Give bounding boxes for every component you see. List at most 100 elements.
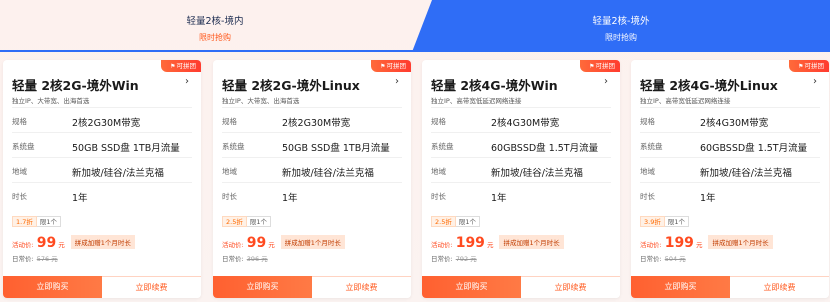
daily-price-label: 日常价: [12,255,34,263]
daily-price-label: 日常价: [222,255,244,263]
card-title[interactable]: 轻量 2核2G-境外Win [12,75,139,94]
duration-row: 时长 1年 [431,182,611,207]
region-tabs: 轻量2核-境内 限时抢购 轻量2核-境外 限时抢购 [0,0,830,52]
duration-value: 1年 [700,193,716,204]
group-icon: ⚑ [589,63,595,70]
daily-price-label: 日常价: [640,255,662,263]
region-value: 新加坡/硅谷/法兰克福 [72,168,164,179]
disk-value: 50GB SSD盘 1TB月流量 [72,143,180,154]
tag-group: 1.7折 限1个 [12,216,61,227]
activity-price: 199 [455,235,485,251]
tab-domestic-subtitle: 限时抢购 [199,33,231,42]
badge-label: 可拼团 [804,62,825,70]
renew-button[interactable]: 立即续费 [730,276,829,298]
button-bar: 立即购买 立即续费 [422,276,620,298]
original-price: 576 元 [36,255,58,263]
spec-table: 规格 2核4G30M带宽 系统盘 60GBSSD盘 1.5T月流量 地域 新加坡/硅谷… [640,107,820,207]
group-icon: ⚑ [798,63,804,70]
disk-row: 系统盘 60GBSSD盘 1.5T月流量 [431,132,611,157]
region-label: 地域 [431,167,446,176]
price-unit: 元 [268,241,275,249]
limit-tag: 限1个 [664,216,689,227]
spec-value: 2核2G30M带宽 [282,118,351,129]
badge-label: 可拼团 [595,62,616,70]
disk-value: 60GBSSD盘 1.5T月流量 [491,143,599,154]
original-price: 396 元 [246,255,268,263]
buy-now-button[interactable]: 立即购买 [422,276,521,298]
card-subtitle: 独立IP、高带宽低延迟网络连接 [431,97,522,105]
tab-overseas[interactable]: 轻量2核-境外 限时抢购 [412,0,830,52]
limit-tag: 限1个 [36,216,61,227]
spec-label: 规格 [431,117,446,126]
spec-label: 规格 [640,117,655,126]
product-card: ⚑可拼团 轻量 2核2G-境外Linux › 独立IP、大带宽、出海首选 规格 2… [213,60,411,298]
chevron-right-icon[interactable]: › [813,76,817,87]
badge-label: 可拼团 [176,62,197,70]
tab-domestic[interactable]: 轻量2核-境内 限时抢购 [0,0,430,52]
group-buy-badge: ⚑可拼团 [580,60,620,72]
promo-tag: 拼成加赠1个月时长 [70,235,135,249]
renew-button[interactable]: 立即续费 [102,276,201,298]
discount-tag: 1.7折 [12,216,37,227]
tag-group: 3.9折 限1个 [640,216,689,227]
promo-tag: 拼成加赠1个月时长 [499,235,564,249]
disk-label: 系统盘 [222,142,245,151]
original-price-row: 日常价: 576 元 [12,253,58,263]
buy-now-button[interactable]: 立即购买 [631,276,730,298]
spec-table: 规格 2核2G30M带宽 系统盘 50GB SSD盘 1TB月流量 地域 新加坡/硅谷… [222,107,402,207]
renew-button[interactable]: 立即续费 [521,276,620,298]
chevron-right-icon[interactable]: › [185,76,189,87]
group-buy-badge: ⚑可拼团 [371,60,411,72]
card-title[interactable]: 轻量 2核4G-境外Win [431,75,558,94]
disk-row: 系统盘 60GBSSD盘 1.5T月流量 [640,132,820,157]
activity-price: 99 [36,235,57,251]
renew-button[interactable]: 立即续费 [312,276,411,298]
tag-group: 2.5折 限1个 [431,216,480,227]
group-icon: ⚑ [170,63,176,70]
duration-label: 时长 [431,192,446,201]
price-unit: 元 [486,241,494,249]
disk-row: 系统盘 50GB SSD盘 1TB月流量 [12,132,192,157]
activity-price: 99 [246,235,267,251]
activity-price-label: 活动价: [640,241,662,249]
disk-value: 60GBSSD盘 1.5T月流量 [700,143,808,154]
spec-label: 规格 [222,117,237,126]
group-icon: ⚑ [380,63,386,70]
tab-domestic-title: 轻量2核-境内 [186,16,244,27]
region-value: 新加坡/硅谷/法兰克福 [700,168,792,179]
price-row: 活动价: 99 元拼成加赠1个月时长 [222,232,345,251]
disk-label: 系统盘 [640,142,663,151]
duration-row: 时长 1年 [12,182,192,207]
duration-label: 时长 [222,192,237,201]
spec-value: 2核2G30M带宽 [72,118,141,129]
badge-label: 可拼团 [386,62,407,70]
spec-value: 2核4G30M带宽 [491,118,560,129]
chevron-right-icon[interactable]: › [604,76,608,87]
promo-tag: 拼成加赠1个月时长 [280,235,345,249]
duration-label: 时长 [640,192,655,201]
spec-row: 规格 2核2G30M带宽 [222,107,402,132]
card-title[interactable]: 轻量 2核4G-境外Linux [640,75,778,94]
disk-value: 50GB SSD盘 1TB月流量 [282,143,390,154]
discount-tag: 3.9折 [640,216,665,227]
buy-now-button[interactable]: 立即购买 [213,276,312,298]
card-title[interactable]: 轻量 2核2G-境外Linux [222,75,360,94]
duration-row: 时长 1年 [640,182,820,207]
region-row: 地域 新加坡/硅谷/法兰克福 [12,157,192,182]
activity-price-label: 活动价: [222,241,244,249]
region-value: 新加坡/硅谷/法兰克福 [491,168,583,179]
region-row: 地域 新加坡/硅谷/法兰克福 [431,157,611,182]
price-unit: 元 [695,241,703,249]
spec-row: 规格 2核4G30M带宽 [640,107,820,132]
product-card: ⚑可拼团 轻量 2核4G-境外Linux › 独立IP、高带宽低延迟网络连接 规… [631,60,829,298]
duration-value: 1年 [491,193,507,204]
original-price-row: 日常价: 396 元 [222,253,268,263]
original-price-row: 日常价: 504 元 [640,253,686,263]
original-price-row: 日常价: 792 元 [431,253,477,263]
region-label: 地域 [640,167,655,176]
chevron-right-icon[interactable]: › [395,76,399,87]
region-row: 地域 新加坡/硅谷/法兰克福 [222,157,402,182]
buy-now-button[interactable]: 立即购买 [3,276,102,298]
region-value: 新加坡/硅谷/法兰克福 [282,168,374,179]
tag-group: 2.5折 限1个 [222,216,271,227]
